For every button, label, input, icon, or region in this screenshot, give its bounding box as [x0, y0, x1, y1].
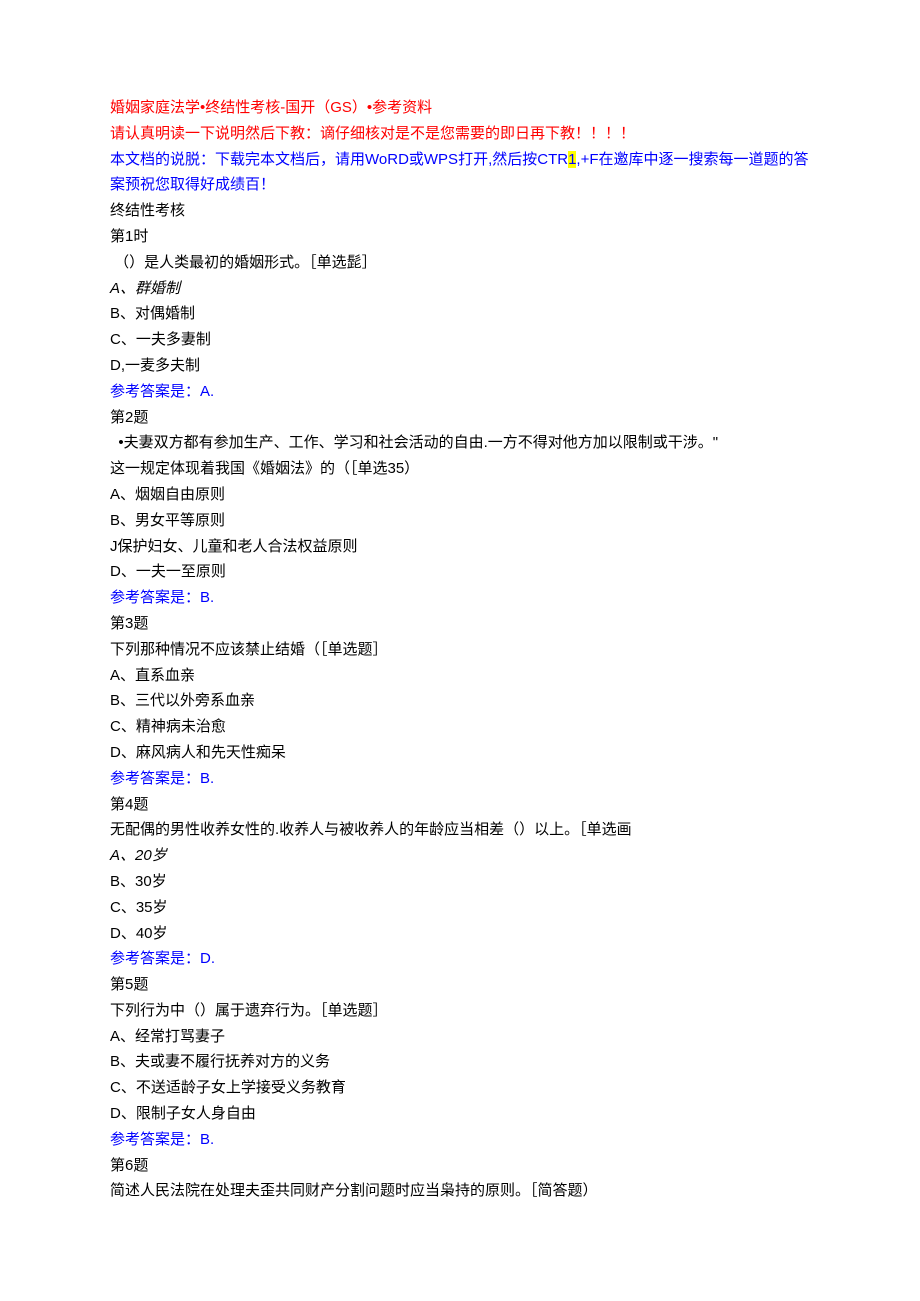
- question-option: C、不送适龄子女上学接受义务教育: [110, 1075, 810, 1101]
- question-option: B、男女平等原则: [110, 508, 810, 534]
- question-option: A、经常打骂妻子: [110, 1024, 810, 1050]
- question-option: B、三代以外旁系血亲: [110, 688, 810, 714]
- question-option: B、夫或妻不履行抚养对方的义务: [110, 1049, 810, 1075]
- question-option: C、一夫多妻制: [110, 327, 810, 353]
- question-number: 第3题: [110, 611, 810, 637]
- instruction-line: 本文档的说脱：下载完本文档后，请用WoRD或WPS打开,然后按CTR1,+F在邀…: [110, 147, 810, 199]
- question-option: A、群婚制: [110, 276, 810, 302]
- question-option: D,一麦多夫制: [110, 353, 810, 379]
- question-option: D、40岁: [110, 921, 810, 947]
- question-stem: 这一规定体现着我国《婚姻法》的（［单选35）: [110, 456, 810, 482]
- answer-text: 参考答案是：B.: [110, 1127, 810, 1153]
- question-number: 第2题: [110, 405, 810, 431]
- question-option: C、精神病未治愈: [110, 714, 810, 740]
- question-option: C、35岁: [110, 895, 810, 921]
- answer-text: 参考答案是：B.: [110, 585, 810, 611]
- question-option: B、对偶婚制: [110, 301, 810, 327]
- document-title: 婚姻家庭法学•终结性考核-国开（GS）•参考资料: [110, 95, 810, 121]
- question-stem: 无配偶的男性收养女性的.收养人与被收养人的年龄应当相差（）以上。［单选画: [110, 817, 810, 843]
- question-option: J保护妇女、儿童和老人合法权益原则: [110, 534, 810, 560]
- question-option: A、20岁: [110, 843, 810, 869]
- question-number: 第6题: [110, 1153, 810, 1179]
- notice-line: 请认真明读一下说明然后下教：谪仔细核对是不是您需要的即日再下教！！！！: [110, 121, 810, 147]
- question-stem: （）是人类最初的婚姻形式。［单选髭］: [110, 250, 810, 276]
- question-option: D、麻风病人和先天性痴呆: [110, 740, 810, 766]
- question-option: B、30岁: [110, 869, 810, 895]
- question-number: 第1时: [110, 224, 810, 250]
- question-stem: 简述人民法院在处理夫歪共同财产分割问题时应当枭持的原则。［简答题）: [110, 1178, 810, 1204]
- question-number: 第5题: [110, 972, 810, 998]
- question-option: A、烟姻自由原则: [110, 482, 810, 508]
- instruction-prefix: 本文档的说脱：下载完本文档后，请用WoRD或WPS打开,然后按CTR: [110, 151, 568, 168]
- question-option: D、一夫一至原则: [110, 559, 810, 585]
- question-stem: 下列行为中（）属于遗弃行为。［单选题］: [110, 998, 810, 1024]
- section-title: 终结性考核: [110, 198, 810, 224]
- question-option: D、限制子女人身自由: [110, 1101, 810, 1127]
- question-stem: •夫妻双方都有参加生产、工作、学习和社会活动的自由.一方不得对他方加以限制或干涉…: [110, 430, 810, 456]
- answer-text: 参考答案是：D.: [110, 946, 810, 972]
- question-number: 第4题: [110, 792, 810, 818]
- answer-text: 参考答案是：B.: [110, 766, 810, 792]
- answer-text: 参考答案是：A.: [110, 379, 810, 405]
- question-stem: 下列那种情况不应该禁止结婚（［单选题］: [110, 637, 810, 663]
- question-option: A、直系血亲: [110, 663, 810, 689]
